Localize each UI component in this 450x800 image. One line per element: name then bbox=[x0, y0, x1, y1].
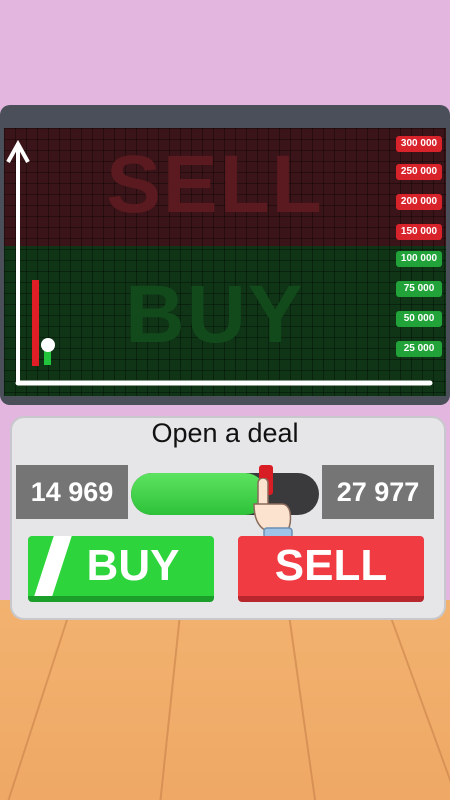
pointing-hand-icon bbox=[253, 478, 293, 539]
price-level-tag: 200 000 bbox=[396, 194, 442, 210]
price-level-tag: 50 000 bbox=[396, 311, 442, 327]
buy-button[interactable]: BUY bbox=[28, 536, 214, 602]
max-amount-display: 27 977 bbox=[322, 465, 434, 519]
deal-title: Open a deal bbox=[151, 418, 299, 448]
min-amount-display: 14 969 bbox=[16, 465, 128, 519]
price-marker-icon bbox=[41, 338, 55, 352]
sell-button-label: SELL bbox=[274, 541, 388, 590]
price-level-tag: 300 000 bbox=[396, 136, 442, 152]
red-candle bbox=[32, 280, 39, 366]
buy-button-label: BUY bbox=[86, 541, 180, 590]
price-level-tag: 100 000 bbox=[396, 251, 442, 267]
price-level-tag: 150 000 bbox=[396, 224, 442, 240]
price-level-tag: 250 000 bbox=[396, 164, 442, 180]
buy-slash-icon bbox=[34, 536, 72, 596]
chart-axes bbox=[6, 139, 433, 386]
trading-chart-screen: SELL BUY 300 000 250 000 200 000 150 000… bbox=[4, 128, 446, 396]
price-level-tag: 25 000 bbox=[396, 341, 442, 357]
sell-button[interactable]: SELL bbox=[238, 536, 424, 602]
price-level-tag: 75 000 bbox=[396, 281, 442, 297]
wooden-floor bbox=[0, 600, 450, 800]
